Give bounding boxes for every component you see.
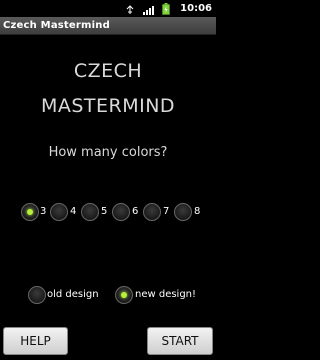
help-button[interactable]: HELP (3, 327, 68, 355)
radio-colors-8-label: 8 (194, 206, 201, 217)
headline-line-1: CZECH (73, 60, 143, 82)
clock: 10:06 (180, 3, 212, 14)
wifi-icon (142, 3, 155, 15)
radio-colors-7-label: 7 (163, 206, 170, 217)
radio-new-design-label: new design! (135, 289, 197, 300)
usb-debug-icon (124, 3, 136, 15)
radio-colors-4-label: 4 (70, 206, 77, 217)
radio-colors-3[interactable] (21, 203, 39, 221)
headline-line-2: MASTERMIND (40, 95, 176, 117)
radio-colors-6-label: 6 (132, 206, 139, 217)
radio-colors-8[interactable] (174, 203, 192, 221)
status-bar: 10:06 (0, 0, 216, 17)
start-button[interactable]: START (147, 327, 213, 355)
radio-colors-4[interactable] (50, 203, 68, 221)
radio-colors-5-label: 5 (101, 206, 108, 217)
colors-question: How many colors? (48, 145, 168, 160)
radio-colors-5[interactable] (81, 203, 99, 221)
app-title: Czech Mastermind (3, 20, 110, 31)
radio-colors-3-label: 3 (40, 206, 47, 217)
radio-colors-7[interactable] (143, 203, 161, 221)
radio-old-design[interactable] (28, 286, 46, 304)
app-title-bar: Czech Mastermind (0, 17, 216, 35)
battery-icon (160, 2, 172, 15)
radio-old-design-label: old design (47, 289, 99, 300)
radio-colors-6[interactable] (112, 203, 130, 221)
radio-new-design[interactable] (115, 286, 133, 304)
